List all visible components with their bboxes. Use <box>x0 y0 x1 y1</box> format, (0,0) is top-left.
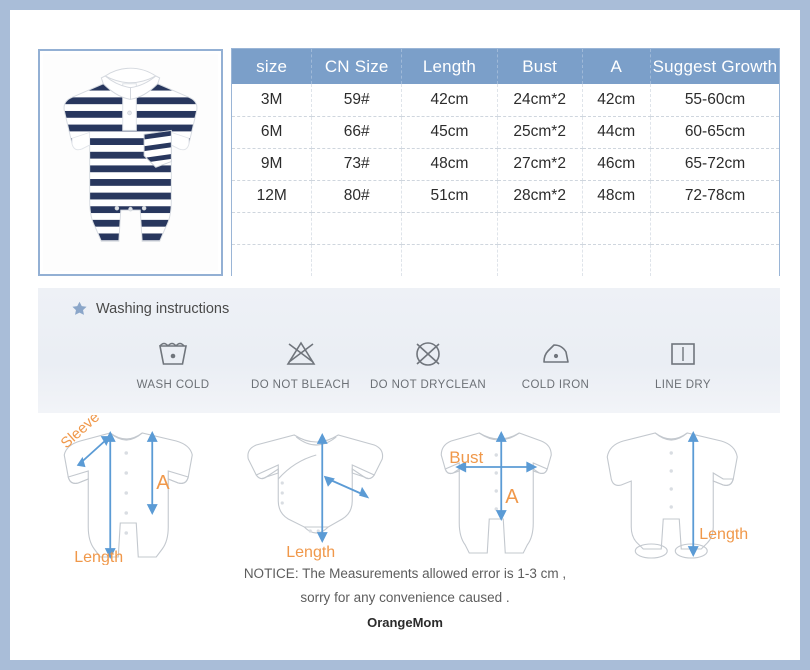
care-label: LINE DRY <box>654 379 712 391</box>
cell-a <box>582 244 651 276</box>
cell-length: 51cm <box>401 180 498 213</box>
cell-bust: 25cm*2 <box>497 116 583 149</box>
cell-cn-size: 59# <box>311 84 403 117</box>
table-row: 9M 73# 48cm 27cm*2 46cm 65-72cm <box>232 148 779 181</box>
col-header-cn-size: CN Size <box>311 49 403 84</box>
diagram-long-sleeve-bodysuit: Length <box>224 415 410 565</box>
long-sleeve-romper-svg: Sleeve A Length <box>58 415 193 565</box>
label-a: A <box>505 486 519 508</box>
care-icons-row: WASH COLD DO NOT BLEACH DO NOT DRYCLEAN <box>118 336 738 391</box>
label-sleeve: Sleeve <box>58 415 103 452</box>
diagram-short-sleeve-romper: Bust A <box>409 415 595 565</box>
product-photo-frame <box>38 49 223 276</box>
label-a: A <box>156 472 170 494</box>
cell-cn-size <box>311 244 403 276</box>
cell-growth: 60-65cm <box>650 116 779 149</box>
do-not-dryclean-icon <box>416 342 440 366</box>
long-sleeve-bodysuit-svg: Length <box>246 432 383 561</box>
col-header-size: size <box>232 49 313 84</box>
measurement-diagrams: Sleeve A Length Length Bust A Length <box>38 415 780 565</box>
cell-length: 45cm <box>401 116 498 149</box>
care-label: DO NOT BLEACH <box>251 379 350 391</box>
top-section: size CN Size Length Bust A Suggest Growt… <box>10 40 800 280</box>
cell-length <box>401 212 498 245</box>
col-header-a: A <box>582 49 651 84</box>
cell-size: 12M <box>232 180 313 213</box>
product-photo <box>43 54 218 271</box>
care-item-do-not-bleach: DO NOT BLEACH <box>246 336 356 391</box>
cell-bust: 28cm*2 <box>497 180 583 213</box>
romper-illustration <box>63 67 198 242</box>
table-row: 12M 80# 51cm 28cm*2 48cm 72-78cm <box>232 180 779 213</box>
cell-cn-size: 73# <box>311 148 403 181</box>
cell-growth: 65-72cm <box>650 148 779 181</box>
label-length: Length <box>699 526 748 543</box>
cell-growth: 72-78cm <box>650 180 779 213</box>
care-item-wash-cold: WASH COLD <box>118 336 228 391</box>
size-table-container: size CN Size Length Bust A Suggest Growt… <box>231 48 780 276</box>
cell-a: 42cm <box>582 84 651 117</box>
col-header-growth: Suggest Growth <box>650 49 779 84</box>
cell-cn-size: 80# <box>311 180 403 213</box>
cell-length <box>401 244 498 276</box>
cell-bust: 27cm*2 <box>497 148 583 181</box>
col-header-length: Length <box>401 49 498 84</box>
care-item-do-not-dryclean: DO NOT DRYCLEAN <box>369 336 487 391</box>
label-length: Length <box>74 549 123 565</box>
footed-sleepsuit-svg: Length <box>606 430 748 559</box>
cell-bust: 24cm*2 <box>497 84 583 117</box>
cell-size <box>232 244 313 276</box>
cell-size: 9M <box>232 148 313 181</box>
diagram-long-sleeve-romper: Sleeve A Length <box>38 415 224 565</box>
diagram-footed-sleepsuit: Length <box>595 415 781 565</box>
cell-a <box>582 212 651 245</box>
cell-a: 44cm <box>582 116 651 149</box>
care-item-cold-iron: COLD IRON <box>501 336 611 391</box>
care-label: WASH COLD <box>136 379 210 391</box>
cell-growth <box>650 212 779 245</box>
label-length: Length <box>286 544 335 561</box>
col-header-bust: Bust <box>497 49 583 84</box>
brand-name: OrangeMom <box>367 615 443 630</box>
cell-bust <box>497 212 583 245</box>
size-table: size CN Size Length Bust A Suggest Growt… <box>232 49 779 276</box>
notice-line-1: NOTICE: The Measurements allowed error i… <box>243 566 567 581</box>
cell-size <box>232 212 313 245</box>
washing-title: Washing instructions <box>71 300 229 317</box>
table-row: 6M 66# 45cm 25cm*2 44cm 60-65cm <box>232 116 779 149</box>
cold-iron-icon <box>542 344 569 363</box>
wash-cold-icon <box>159 342 187 365</box>
do-not-bleach-icon <box>286 341 315 365</box>
cell-cn-size: 66# <box>311 116 403 149</box>
cell-length: 42cm <box>401 84 498 117</box>
care-item-line-dry: LINE DRY <box>628 336 738 391</box>
table-row <box>232 244 779 276</box>
cell-length: 48cm <box>401 148 498 181</box>
table-row: 3M 59# 42cm 24cm*2 42cm 55-60cm <box>232 84 779 117</box>
care-label: COLD IRON <box>521 379 590 391</box>
cell-size: 6M <box>232 116 313 149</box>
cell-a: 46cm <box>582 148 651 181</box>
notice-block: NOTICE: The Measurements allowed error i… <box>10 566 800 605</box>
cell-bust <box>497 244 583 276</box>
cell-size: 3M <box>232 84 313 117</box>
table-header-row: size CN Size Length Bust A Suggest Growt… <box>232 49 779 84</box>
table-row <box>232 212 779 245</box>
star-icon <box>72 301 87 315</box>
size-chart-page: size CN Size Length Bust A Suggest Growt… <box>10 10 800 660</box>
table-body: 3M 59# 42cm 24cm*2 42cm 55-60cm 6M 66# 4… <box>232 84 779 276</box>
cell-cn-size <box>311 212 403 245</box>
line-dry-icon <box>671 343 695 365</box>
label-bust: Bust <box>449 448 483 467</box>
cell-growth: 55-60cm <box>650 84 779 117</box>
care-label: DO NOT DRYCLEAN <box>369 379 487 391</box>
washing-instructions-section: Washing instructions WASH COLD DO NOT BL… <box>38 288 780 413</box>
cell-a: 48cm <box>582 180 651 213</box>
washing-title-label: Washing instructions <box>96 300 230 317</box>
notice-line-2: sorry for any convenience caused . <box>300 590 510 605</box>
cell-growth <box>650 244 779 276</box>
short-sleeve-romper-svg: Bust A <box>440 430 552 554</box>
